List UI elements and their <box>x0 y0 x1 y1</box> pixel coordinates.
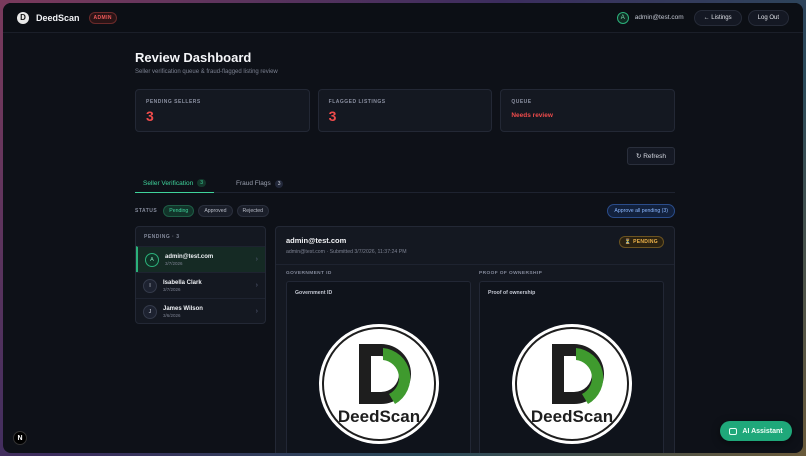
seller-detail: admin@test.com admin@test.com · Submitte… <box>275 226 675 453</box>
ai-assistant-label: AI Assistant <box>742 427 783 435</box>
filter-chip-pending[interactable]: Pending <box>163 205 195 217</box>
tab-label: Fraud Flags <box>236 180 271 187</box>
page-subtitle: Seller verification queue & fraud-flagge… <box>135 69 278 75</box>
status-filters: STATUS Pending Approved Rejected <box>135 205 270 217</box>
logo-wordmark: DeedScan <box>338 407 420 426</box>
user-avatar[interactable]: A <box>616 11 629 24</box>
top-right-controls: A admin@test.com ← Listings Log Out <box>616 9 789 26</box>
page-title: Review Dashboard <box>135 50 252 65</box>
approve-all-button[interactable]: Approve all pending (3) <box>607 204 675 218</box>
avatar: I <box>143 278 157 293</box>
list-item-name: Isabella Clark <box>163 279 202 286</box>
logout-button[interactable]: Log Out <box>747 9 789 26</box>
filter-chip-approved[interactable]: Approved <box>198 205 233 217</box>
deedscan-logo-image[interactable]: DeedScan <box>510 322 634 446</box>
chevron-right-icon: › <box>255 256 258 263</box>
ai-assistant-button[interactable]: AI Assistant <box>720 421 792 441</box>
stat-pending-sellers: PENDING SELLERS 3 <box>135 89 310 132</box>
brand-name: DeedScan <box>36 12 80 23</box>
main-content: Review Dashboard Seller verification que… <box>135 33 676 453</box>
nextjs-dev-icon[interactable]: N <box>13 431 27 445</box>
stat-flagged-listings: FLAGGED LISTINGS 3 <box>317 89 493 132</box>
list-item-name: James Wilson <box>163 305 203 312</box>
user-email: admin@test.com <box>634 14 684 21</box>
tab-bar: Seller Verification 3 Fraud Flags 3 <box>135 174 675 193</box>
list-item-name: admin@test.com <box>165 253 214 260</box>
app-window: D DeedScan ADMIN A admin@test.com ← List… <box>3 3 803 453</box>
doc-section-label: GOVERNMENT ID <box>286 271 332 276</box>
tab-label: Seller Verification <box>143 179 194 187</box>
tab-fraud-flags[interactable]: Fraud Flags 3 <box>228 174 291 193</box>
proof-of-ownership-section: PROOF OF OWNERSHIP Proof of ownership De… <box>479 271 664 453</box>
stat-label: QUEUE <box>511 99 532 105</box>
stats-row: PENDING SELLERS 3 FLAGGED LISTINGS 3 QUE… <box>135 89 676 132</box>
documents: GOVERNMENT ID Government ID DeedScan PRO… <box>286 271 664 453</box>
stat-value: Needs review <box>511 112 553 119</box>
doc-section-label: PROOF OF OWNERSHIP <box>479 271 543 276</box>
review-panes: PENDING · 3 A admin@test.com 3/7/2026 › … <box>135 226 675 453</box>
stat-value: 3 <box>328 108 337 124</box>
pending-list: PENDING · 3 A admin@test.com 3/7/2026 › … <box>135 226 266 324</box>
list-item-date: 3/7/2026 <box>165 260 183 266</box>
list-header: PENDING · 3 <box>144 234 180 240</box>
chevron-right-icon: › <box>255 282 258 289</box>
brand[interactable]: D DeedScan ADMIN <box>17 11 117 24</box>
logo-wordmark: DeedScan <box>531 407 613 426</box>
refresh-row: ↻ Refresh <box>135 147 675 165</box>
government-id-section: GOVERNMENT ID Government ID DeedScan <box>286 271 471 453</box>
list-item[interactable]: A admin@test.com 3/7/2026 › <box>136 246 265 272</box>
proof-of-ownership-card[interactable]: Proof of ownership DeedScan <box>479 281 664 453</box>
detail-email: admin@test.com <box>286 236 347 245</box>
avatar: A <box>145 252 159 267</box>
robot-icon <box>729 427 738 435</box>
tab-count-badge: 3 <box>197 179 207 187</box>
stat-label: PENDING SELLERS <box>146 99 201 105</box>
detail-meta: admin@test.com · Submitted 3/7/2026, 11:… <box>286 249 407 255</box>
doc-title: Government ID <box>295 290 333 296</box>
chevron-right-icon: › <box>255 308 258 315</box>
filter-row: STATUS Pending Approved Rejected Approve… <box>135 204 675 218</box>
tab-seller-verification[interactable]: Seller Verification 3 <box>135 174 215 193</box>
admin-badge: ADMIN <box>88 11 117 24</box>
stat-value: 3 <box>146 108 154 124</box>
deedscan-logo-image[interactable]: DeedScan <box>317 322 441 446</box>
brand-logo-icon: D <box>17 11 29 24</box>
stat-queue: QUEUE Needs review <box>500 89 676 132</box>
list-item[interactable]: I Isabella Clark 3/7/2026 › <box>136 272 265 298</box>
refresh-button[interactable]: ↻ Refresh <box>626 147 675 165</box>
tab-count-badge: 3 <box>274 179 284 188</box>
status-badge: ⏳ PENDING <box>618 236 664 248</box>
top-bar: D DeedScan ADMIN A admin@test.com ← List… <box>3 3 803 33</box>
doc-title: Proof of ownership <box>488 290 536 296</box>
listings-button[interactable]: ← Listings <box>693 9 742 26</box>
filter-label: STATUS <box>135 208 158 214</box>
list-item-date: 3/7/2026 <box>163 286 181 292</box>
government-id-card[interactable]: Government ID DeedScan <box>286 281 471 453</box>
list-item[interactable]: J James Wilson 3/6/2026 › <box>136 298 265 323</box>
avatar: J <box>143 304 157 319</box>
list-item-date: 3/6/2026 <box>163 312 181 318</box>
divider <box>276 264 674 265</box>
stat-label: FLAGGED LISTINGS <box>328 99 386 105</box>
filter-chip-rejected[interactable]: Rejected <box>236 205 270 217</box>
